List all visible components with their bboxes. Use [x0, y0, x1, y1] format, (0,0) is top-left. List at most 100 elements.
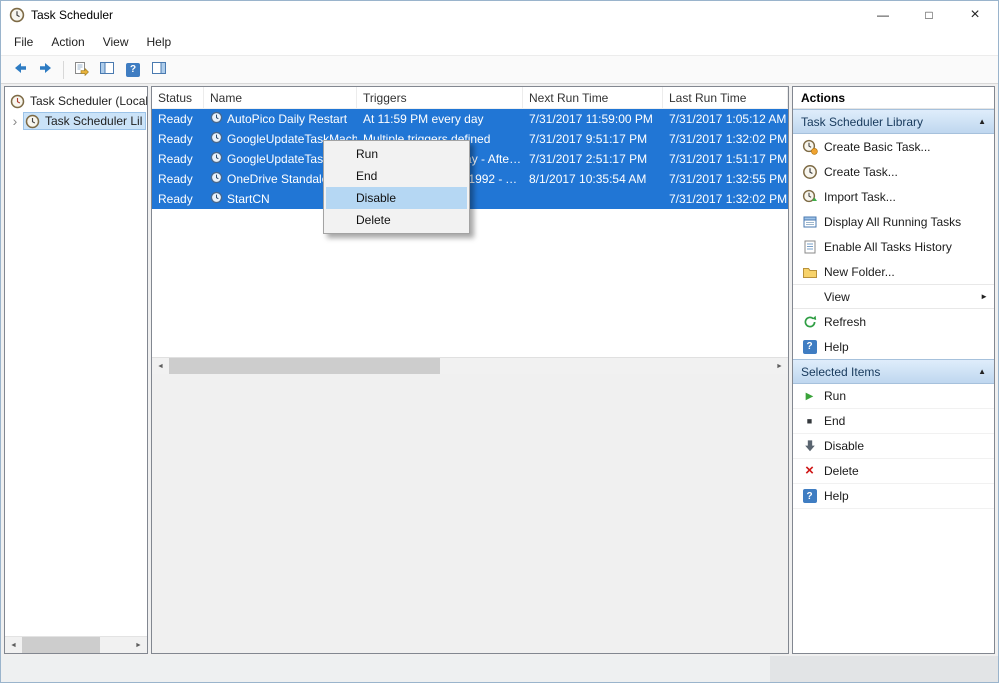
- column-header-last-run-time[interactable]: Last Run Time: [663, 87, 788, 108]
- window-title: Task Scheduler: [31, 8, 113, 22]
- action-help-selected[interactable]: ? Help: [793, 484, 994, 509]
- context-menu-delete[interactable]: Delete: [326, 209, 467, 231]
- scroll-left-arrow[interactable]: ◄: [5, 637, 22, 653]
- action-label: Create Basic Task...: [824, 140, 931, 154]
- window-controls: — □ ×: [860, 1, 998, 29]
- back-button[interactable]: [7, 58, 33, 82]
- column-header-name[interactable]: Name: [204, 87, 357, 108]
- tree-item-task-scheduler-library[interactable]: › Task Scheduler Lil: [5, 111, 147, 131]
- show-console-tree-button[interactable]: [94, 58, 120, 82]
- action-create-task[interactable]: Create Task...: [793, 159, 994, 184]
- scrollbar-thumb[interactable]: [22, 637, 100, 653]
- help-icon: ?: [801, 489, 818, 503]
- forward-arrow-icon: [38, 60, 54, 79]
- forward-button[interactable]: [33, 58, 59, 82]
- context-menu-disable[interactable]: Disable: [326, 187, 467, 209]
- library-clock-icon: [25, 114, 40, 129]
- tree-item-task-scheduler-local[interactable]: Task Scheduler (Local: [5, 91, 147, 111]
- scrollbar-thumb[interactable]: [169, 358, 440, 374]
- action-label: Create Task...: [824, 165, 898, 179]
- tree-horizontal-scrollbar[interactable]: ◄ ►: [5, 636, 147, 653]
- scrollbar-track[interactable]: [169, 358, 771, 374]
- scroll-right-arrow[interactable]: ►: [130, 637, 147, 653]
- task-scheduler-window: Task Scheduler — □ × File Action View He…: [0, 0, 999, 683]
- export-list-icon: [73, 60, 89, 79]
- menu-file[interactable]: File: [5, 29, 42, 55]
- help-button[interactable]: ?: [120, 58, 146, 82]
- context-menu-end[interactable]: End: [326, 165, 467, 187]
- context-menu: Run End Disable Delete: [323, 140, 470, 234]
- scrollbar-track[interactable]: [22, 637, 130, 653]
- column-header-triggers[interactable]: Triggers: [357, 87, 523, 108]
- action-refresh[interactable]: Refresh: [793, 309, 994, 334]
- tree-item-label: Task Scheduler (Local: [28, 93, 148, 109]
- task-last-run-time: 7/31/2017 1:32:02 PM: [663, 129, 788, 149]
- expander-icon[interactable]: ›: [10, 114, 20, 128]
- toolbar-separator: [63, 61, 64, 79]
- help-icon: ?: [126, 63, 140, 77]
- collapse-arrow-icon[interactable]: ▲: [978, 367, 986, 376]
- actions-pane: Actions Task Scheduler Library ▲ Create …: [792, 86, 995, 654]
- action-display-all-running-tasks[interactable]: Display All Running Tasks: [793, 209, 994, 234]
- end-icon: ■: [801, 416, 818, 426]
- task-last-run-time: 7/31/2017 1:05:12 AM: [663, 109, 788, 129]
- action-label: Refresh: [824, 315, 866, 329]
- task-status: Ready: [152, 109, 204, 129]
- column-header-status[interactable]: Status: [152, 87, 204, 108]
- toolbar: ?: [1, 55, 998, 84]
- action-view[interactable]: View ►: [793, 284, 994, 309]
- delete-icon: ×: [801, 464, 818, 478]
- menu-help[interactable]: Help: [138, 29, 181, 55]
- action-help[interactable]: ? Help: [793, 334, 994, 359]
- close-button[interactable]: ×: [952, 1, 998, 29]
- action-run[interactable]: ▶ Run: [793, 384, 994, 409]
- task-row[interactable]: Ready OneDrive Standalone Update Task At…: [152, 169, 788, 189]
- list-horizontal-scrollbar[interactable]: ◄ ►: [152, 357, 788, 374]
- task-clock-icon: [210, 191, 223, 207]
- action-enable-all-tasks-history[interactable]: Enable All Tasks History: [793, 234, 994, 259]
- task-clock-icon: [210, 131, 223, 147]
- menu-action[interactable]: Action: [42, 29, 93, 55]
- task-triggers: At 11:59 PM every day: [357, 109, 523, 129]
- action-label: Help: [824, 489, 849, 503]
- task-list-empty-area: [152, 209, 788, 357]
- context-menu-run[interactable]: Run: [326, 143, 467, 165]
- action-disable[interactable]: Disable: [793, 434, 994, 459]
- task-last-run-time: 7/31/2017 1:51:17 PM: [663, 149, 788, 169]
- task-list-pane: Status Name Triggers Next Run Time Last …: [151, 86, 789, 654]
- section-header-task-scheduler-library[interactable]: Task Scheduler Library ▲: [793, 109, 994, 134]
- action-delete[interactable]: × Delete: [793, 459, 994, 484]
- collapse-arrow-icon[interactable]: ▲: [978, 117, 986, 126]
- menu-view[interactable]: View: [94, 29, 138, 55]
- maximize-button[interactable]: □: [906, 1, 952, 29]
- show-action-pane-button[interactable]: [146, 58, 172, 82]
- section-header-selected-items[interactable]: Selected Items ▲: [793, 359, 994, 384]
- task-row[interactable]: Ready GoogleUpdateTaskMachineUA At 2:51 …: [152, 149, 788, 169]
- action-new-folder[interactable]: New Folder...: [793, 259, 994, 284]
- column-header-next-run-time[interactable]: Next Run Time: [523, 87, 663, 108]
- export-list-button[interactable]: [68, 58, 94, 82]
- scroll-left-arrow[interactable]: ◄: [152, 358, 169, 374]
- task-row[interactable]: Ready GoogleUpdateTaskMachineCore Multip…: [152, 129, 788, 149]
- action-label: Disable: [824, 439, 864, 453]
- selected-tree-item-box: Task Scheduler Lil: [23, 112, 146, 130]
- action-import-task[interactable]: Import Task...: [793, 184, 994, 209]
- tree-item-label: Task Scheduler Lil: [43, 113, 144, 129]
- task-row[interactable]: Ready StartCN 7/31/2017 1:32:02 PM: [152, 189, 788, 209]
- task-row[interactable]: Ready AutoPico Daily Restart At 11:59 PM…: [152, 109, 788, 129]
- action-label: Display All Running Tasks: [824, 215, 961, 229]
- section-header-label: Task Scheduler Library: [801, 115, 923, 129]
- scroll-right-arrow[interactable]: ►: [771, 358, 788, 374]
- status-strip-right: [770, 656, 998, 682]
- task-next-run-time: 7/31/2017 9:51:17 PM: [523, 129, 663, 149]
- task-next-run-time: 7/31/2017 11:59:00 PM: [523, 109, 663, 129]
- task-next-run-time: 8/1/2017 10:35:54 AM: [523, 169, 663, 189]
- action-create-basic-task[interactable]: Create Basic Task...: [793, 134, 994, 159]
- action-label: Import Task...: [824, 190, 896, 204]
- action-label: Help: [824, 340, 849, 354]
- minimize-button[interactable]: —: [860, 1, 906, 29]
- task-status: Ready: [152, 189, 204, 209]
- task-clock-icon: [210, 111, 223, 127]
- action-end[interactable]: ■ End: [793, 409, 994, 434]
- task-last-run-time: 7/31/2017 1:32:55 PM: [663, 169, 788, 189]
